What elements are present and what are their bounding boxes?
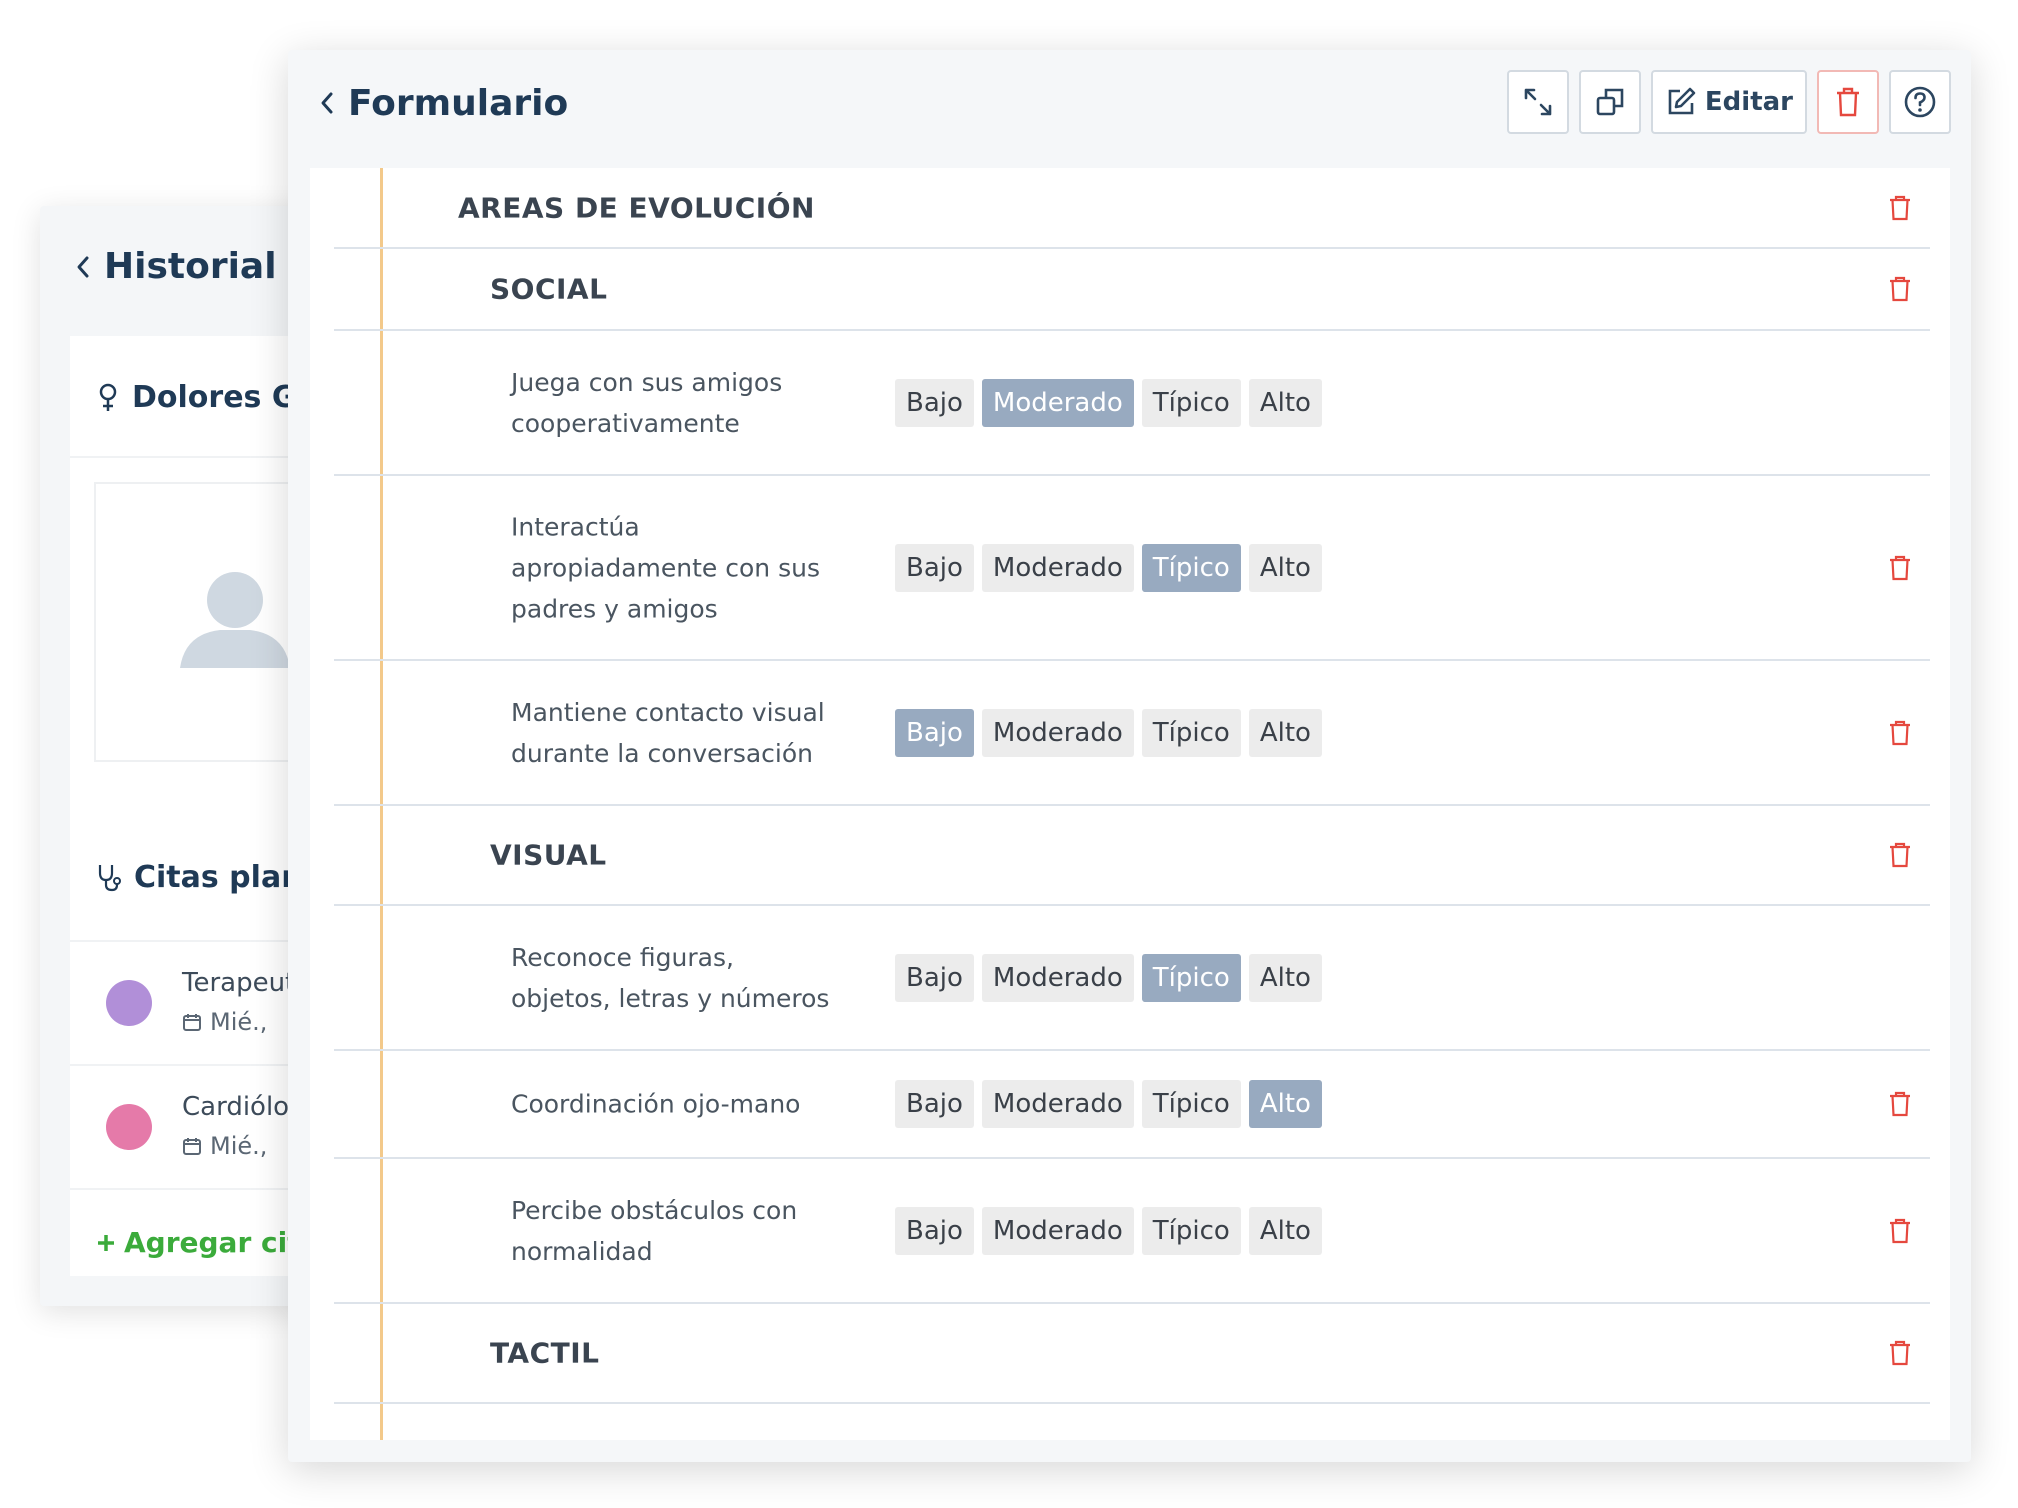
- cita-name: Cardiólo: [182, 1092, 290, 1122]
- trash-icon[interactable]: [1888, 719, 1912, 747]
- option-bajo[interactable]: Bajo: [895, 708, 974, 757]
- help-button[interactable]: [1889, 70, 1951, 134]
- trash-icon[interactable]: [1888, 554, 1912, 582]
- add-cita-link[interactable]: Agregar cita: [96, 1226, 319, 1259]
- option-tipico[interactable]: Típico: [1141, 1206, 1241, 1255]
- page-title: Formulario: [348, 82, 569, 124]
- item-label: Reconoce figuras, objetos, letras y núme…: [511, 942, 830, 1013]
- option-bajo[interactable]: Bajo: [895, 1206, 974, 1255]
- toolbar: Editar: [1506, 70, 1951, 134]
- item-label: Coordinación ojo-mano: [511, 1089, 801, 1119]
- option-moderado[interactable]: Moderado: [981, 953, 1134, 1002]
- cita-date: Mié.,: [210, 1132, 268, 1160]
- form-item-row: Percibe obstáculos con normalidad Bajo M…: [334, 1159, 1930, 1304]
- option-tipico[interactable]: Típico: [1141, 543, 1241, 592]
- duplicate-button[interactable]: [1578, 70, 1641, 134]
- item-label: Interactúa apropiadamente con sus padres…: [511, 512, 820, 623]
- item-label: Mantiene contacto visual durante la conv…: [511, 697, 825, 768]
- option-group: Bajo Moderado Típico Alto: [895, 1206, 1322, 1255]
- option-alto[interactable]: Alto: [1248, 1206, 1322, 1255]
- cita-name: Terapeut: [182, 968, 296, 998]
- expand-icon: [1524, 88, 1552, 116]
- option-group: Bajo Moderado Típico Alto: [895, 1080, 1322, 1128]
- cita-color-dot: [106, 1104, 152, 1150]
- duplicate-icon: [1596, 88, 1624, 116]
- option-bajo[interactable]: Bajo: [895, 543, 974, 592]
- calendar-icon: [183, 1014, 201, 1031]
- form-item-row: Coordinación ojo-mano Bajo Moderado Típi…: [334, 1051, 1930, 1159]
- citas-title: Citas plani: [134, 860, 313, 895]
- section-title: VISUAL: [490, 838, 607, 872]
- plus-icon: [98, 1234, 114, 1251]
- expand-button[interactable]: [1506, 70, 1569, 134]
- form-item-row: Interactúa apropiadamente con sus padres…: [334, 476, 1930, 661]
- option-moderado[interactable]: Moderado: [981, 1206, 1134, 1255]
- form-item-row: Juega con sus amigos cooperativamente Ba…: [334, 331, 1930, 476]
- edit-icon: [1668, 87, 1696, 115]
- option-moderado[interactable]: Moderado: [981, 708, 1134, 757]
- trash-icon[interactable]: [1888, 1339, 1912, 1367]
- trash-icon[interactable]: [1888, 1217, 1912, 1245]
- option-group: Bajo Moderado Típico Alto: [895, 708, 1322, 757]
- chevron-left-icon[interactable]: [320, 91, 334, 115]
- section-row: AREAS DE EVOLUCIÓN: [334, 168, 1930, 249]
- section-title: SOCIAL: [490, 272, 608, 306]
- citas-header: Citas plani: [96, 860, 313, 895]
- stethoscope-icon: [98, 864, 121, 891]
- historial-title: Historial d: [104, 246, 315, 287]
- option-alto[interactable]: Alto: [1248, 543, 1322, 592]
- option-bajo[interactable]: Bajo: [895, 953, 974, 1002]
- trash-icon[interactable]: [1888, 275, 1912, 303]
- item-label: Juega con sus amigos cooperativamente: [511, 367, 783, 438]
- option-alto[interactable]: Alto: [1248, 1080, 1322, 1128]
- option-moderado[interactable]: Moderado: [981, 378, 1134, 427]
- delete-button[interactable]: [1817, 70, 1879, 134]
- cita-date-row: Mié.,: [182, 1132, 267, 1160]
- option-tipico[interactable]: Típico: [1141, 1080, 1241, 1128]
- edit-button-label: Editar: [1704, 87, 1793, 117]
- section-row: SOCIAL: [334, 249, 1930, 331]
- option-alto[interactable]: Alto: [1248, 708, 1322, 757]
- option-alto[interactable]: Alto: [1248, 953, 1322, 1002]
- cita-date-row: Mié.,: [182, 1008, 267, 1036]
- calendar-icon: [183, 1138, 201, 1155]
- section-row: TACTIL: [334, 1304, 1930, 1404]
- historial-header: Historial d: [76, 246, 315, 287]
- help-icon: [1904, 86, 1936, 118]
- option-alto[interactable]: Alto: [1248, 378, 1322, 427]
- formulario-header: Formulario: [320, 78, 568, 128]
- option-bajo[interactable]: Bajo: [895, 1080, 974, 1128]
- section-title: AREAS DE EVOLUCIÓN: [458, 191, 815, 224]
- section-row: VISUAL: [334, 806, 1930, 906]
- patient-name-row: Dolores Ga: [98, 380, 317, 415]
- option-tipico[interactable]: Típico: [1141, 378, 1241, 427]
- female-icon: [99, 383, 117, 411]
- form-item-row: Mantiene contacto visual durante la conv…: [334, 661, 1930, 806]
- trash-icon[interactable]: [1888, 194, 1912, 222]
- cita-color-dot: [106, 980, 152, 1026]
- option-bajo[interactable]: Bajo: [895, 378, 974, 427]
- option-group: Bajo Moderado Típico Alto: [895, 543, 1322, 592]
- form-content: AREAS DE EVOLUCIÓN SOCIAL Juega con sus …: [310, 168, 1950, 1440]
- cita-date: Mié.,: [210, 1008, 268, 1036]
- trash-icon[interactable]: [1888, 841, 1912, 869]
- option-tipico[interactable]: Típico: [1141, 708, 1241, 757]
- formulario-card: Formulario Editar AREAS DE EVOLUCIÓN SOC…: [288, 50, 1971, 1462]
- user-silhouette-icon: [180, 572, 290, 668]
- option-group: Bajo Moderado Típico Alto: [895, 378, 1322, 427]
- edit-button[interactable]: Editar: [1650, 70, 1807, 134]
- option-moderado[interactable]: Moderado: [981, 1080, 1134, 1128]
- option-tipico[interactable]: Típico: [1141, 953, 1241, 1002]
- chevron-left-icon[interactable]: [76, 255, 90, 279]
- form-item-row: Reconoce figuras, objetos, letras y núme…: [334, 906, 1930, 1051]
- section-title: TACTIL: [490, 1336, 600, 1370]
- trash-icon: [1837, 87, 1859, 117]
- option-moderado[interactable]: Moderado: [981, 543, 1134, 592]
- trash-icon[interactable]: [1888, 1090, 1912, 1118]
- option-group: Bajo Moderado Típico Alto: [895, 953, 1322, 1002]
- item-label: Percibe obstáculos con normalidad: [511, 1195, 798, 1266]
